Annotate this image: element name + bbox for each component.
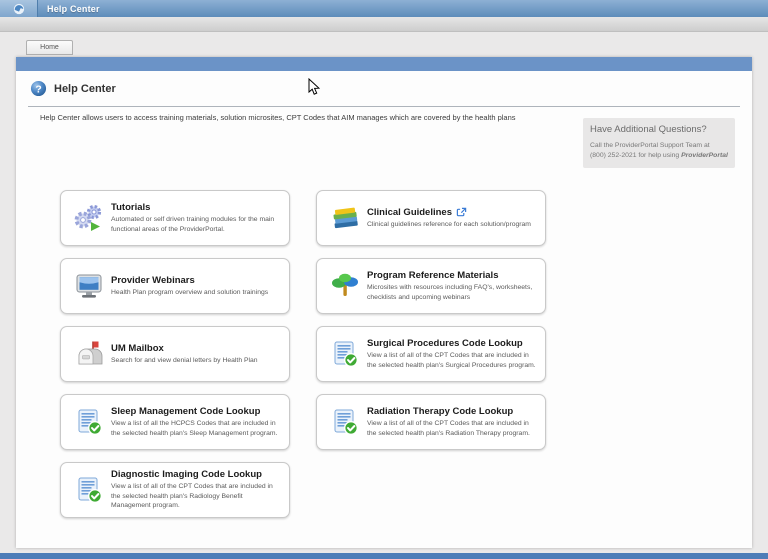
card-provider-webinars[interactable]: Provider Webinars Health Plan program ov… bbox=[60, 258, 290, 314]
help-cards-grid: Tutorials Automated or self driven train… bbox=[60, 190, 546, 518]
help-center-app-icon bbox=[0, 0, 38, 17]
content-header-bar bbox=[16, 57, 752, 71]
support-brand: ProviderPortal bbox=[681, 151, 728, 159]
books-icon bbox=[323, 203, 367, 233]
card-title: Clinical Guidelines bbox=[367, 207, 537, 218]
app-titlebar: Help Center bbox=[0, 0, 768, 17]
code-list-icon bbox=[323, 407, 367, 437]
card-title: Program Reference Materials bbox=[367, 269, 499, 281]
mailbox-icon bbox=[67, 339, 111, 369]
support-box-title: Have Additional Questions? bbox=[590, 124, 707, 135]
card-radiation-therapy-code-lookup[interactable]: Radiation Therapy Code Lookup View a lis… bbox=[316, 394, 546, 450]
card-description: View a list of all of the CPT Codes that… bbox=[367, 419, 530, 437]
card-description: View a list of all of the CPT Codes that… bbox=[111, 483, 273, 510]
card-title: Radiation Therapy Code Lookup bbox=[367, 405, 514, 417]
card-description: View a list of all of the CPT Codes that… bbox=[367, 351, 536, 369]
card-description: Microsites with resources including FAQ'… bbox=[367, 283, 533, 301]
card-surgical-procedures-code-lookup[interactable]: Surgical Procedures Code Lookup View a l… bbox=[316, 326, 546, 382]
card-program-reference-materials[interactable]: Program Reference Materials Microsites w… bbox=[316, 258, 546, 314]
support-line1: Call the ProviderPortal Support Team at bbox=[590, 142, 710, 149]
monitor-icon bbox=[67, 271, 111, 301]
svg-text:?: ? bbox=[35, 84, 41, 95]
tree-icon bbox=[323, 271, 367, 301]
app-title: Help Center bbox=[47, 3, 100, 14]
card-clinical-guidelines[interactable]: Clinical Guidelines Clinical guidelines … bbox=[316, 190, 546, 246]
page-header: ? Help Center bbox=[30, 80, 116, 97]
code-list-icon bbox=[67, 407, 111, 437]
card-title: Tutorials bbox=[111, 201, 151, 213]
card-title: UM Mailbox bbox=[111, 342, 164, 354]
gears-icon bbox=[67, 203, 111, 233]
help-question-icon: ? bbox=[30, 80, 47, 97]
page-title: Help Center bbox=[54, 82, 116, 95]
support-line2: (800) 252-2021 for help using bbox=[590, 151, 682, 159]
card-description: View a list of all the HCPCS Codes that … bbox=[111, 419, 278, 437]
support-info-box: Have Additional Questions? Call the Prov… bbox=[583, 118, 735, 168]
card-description: Health Plan program overview and solutio… bbox=[111, 288, 269, 296]
card-title: Sleep Management Code Lookup bbox=[111, 405, 261, 417]
tab-home[interactable]: Home bbox=[26, 40, 73, 55]
card-title: Surgical Procedures Code Lookup bbox=[367, 337, 523, 349]
external-link-icon bbox=[456, 207, 467, 217]
code-list-icon bbox=[323, 339, 367, 369]
card-sleep-management-code-lookup[interactable]: Sleep Management Code Lookup View a list… bbox=[60, 394, 290, 450]
card-description: Automated or self driven training module… bbox=[111, 215, 275, 233]
card-title: Provider Webinars bbox=[111, 274, 195, 286]
code-list-icon bbox=[67, 475, 111, 505]
card-title: Diagnostic Imaging Code Lookup bbox=[111, 469, 262, 481]
card-tutorials[interactable]: Tutorials Automated or self driven train… bbox=[60, 190, 290, 246]
support-box-body: Call the ProviderPortal Support Team at … bbox=[590, 141, 728, 161]
card-description: Search for and view denial letters by He… bbox=[111, 356, 258, 364]
page-description: Help Center allows users to access train… bbox=[40, 113, 516, 122]
card-um-mailbox[interactable]: UM Mailbox Search for and view denial le… bbox=[60, 326, 290, 382]
card-diagnostic-imaging-code-lookup[interactable]: Diagnostic Imaging Code Lookup View a li… bbox=[60, 462, 290, 518]
toolbar-strip bbox=[0, 17, 768, 32]
card-description: Clinical guidelines reference for each s… bbox=[367, 220, 531, 228]
header-divider bbox=[28, 106, 740, 107]
main-content-panel: ? Help Center Help Center allows users t… bbox=[16, 57, 752, 548]
footer-bar bbox=[0, 553, 768, 559]
